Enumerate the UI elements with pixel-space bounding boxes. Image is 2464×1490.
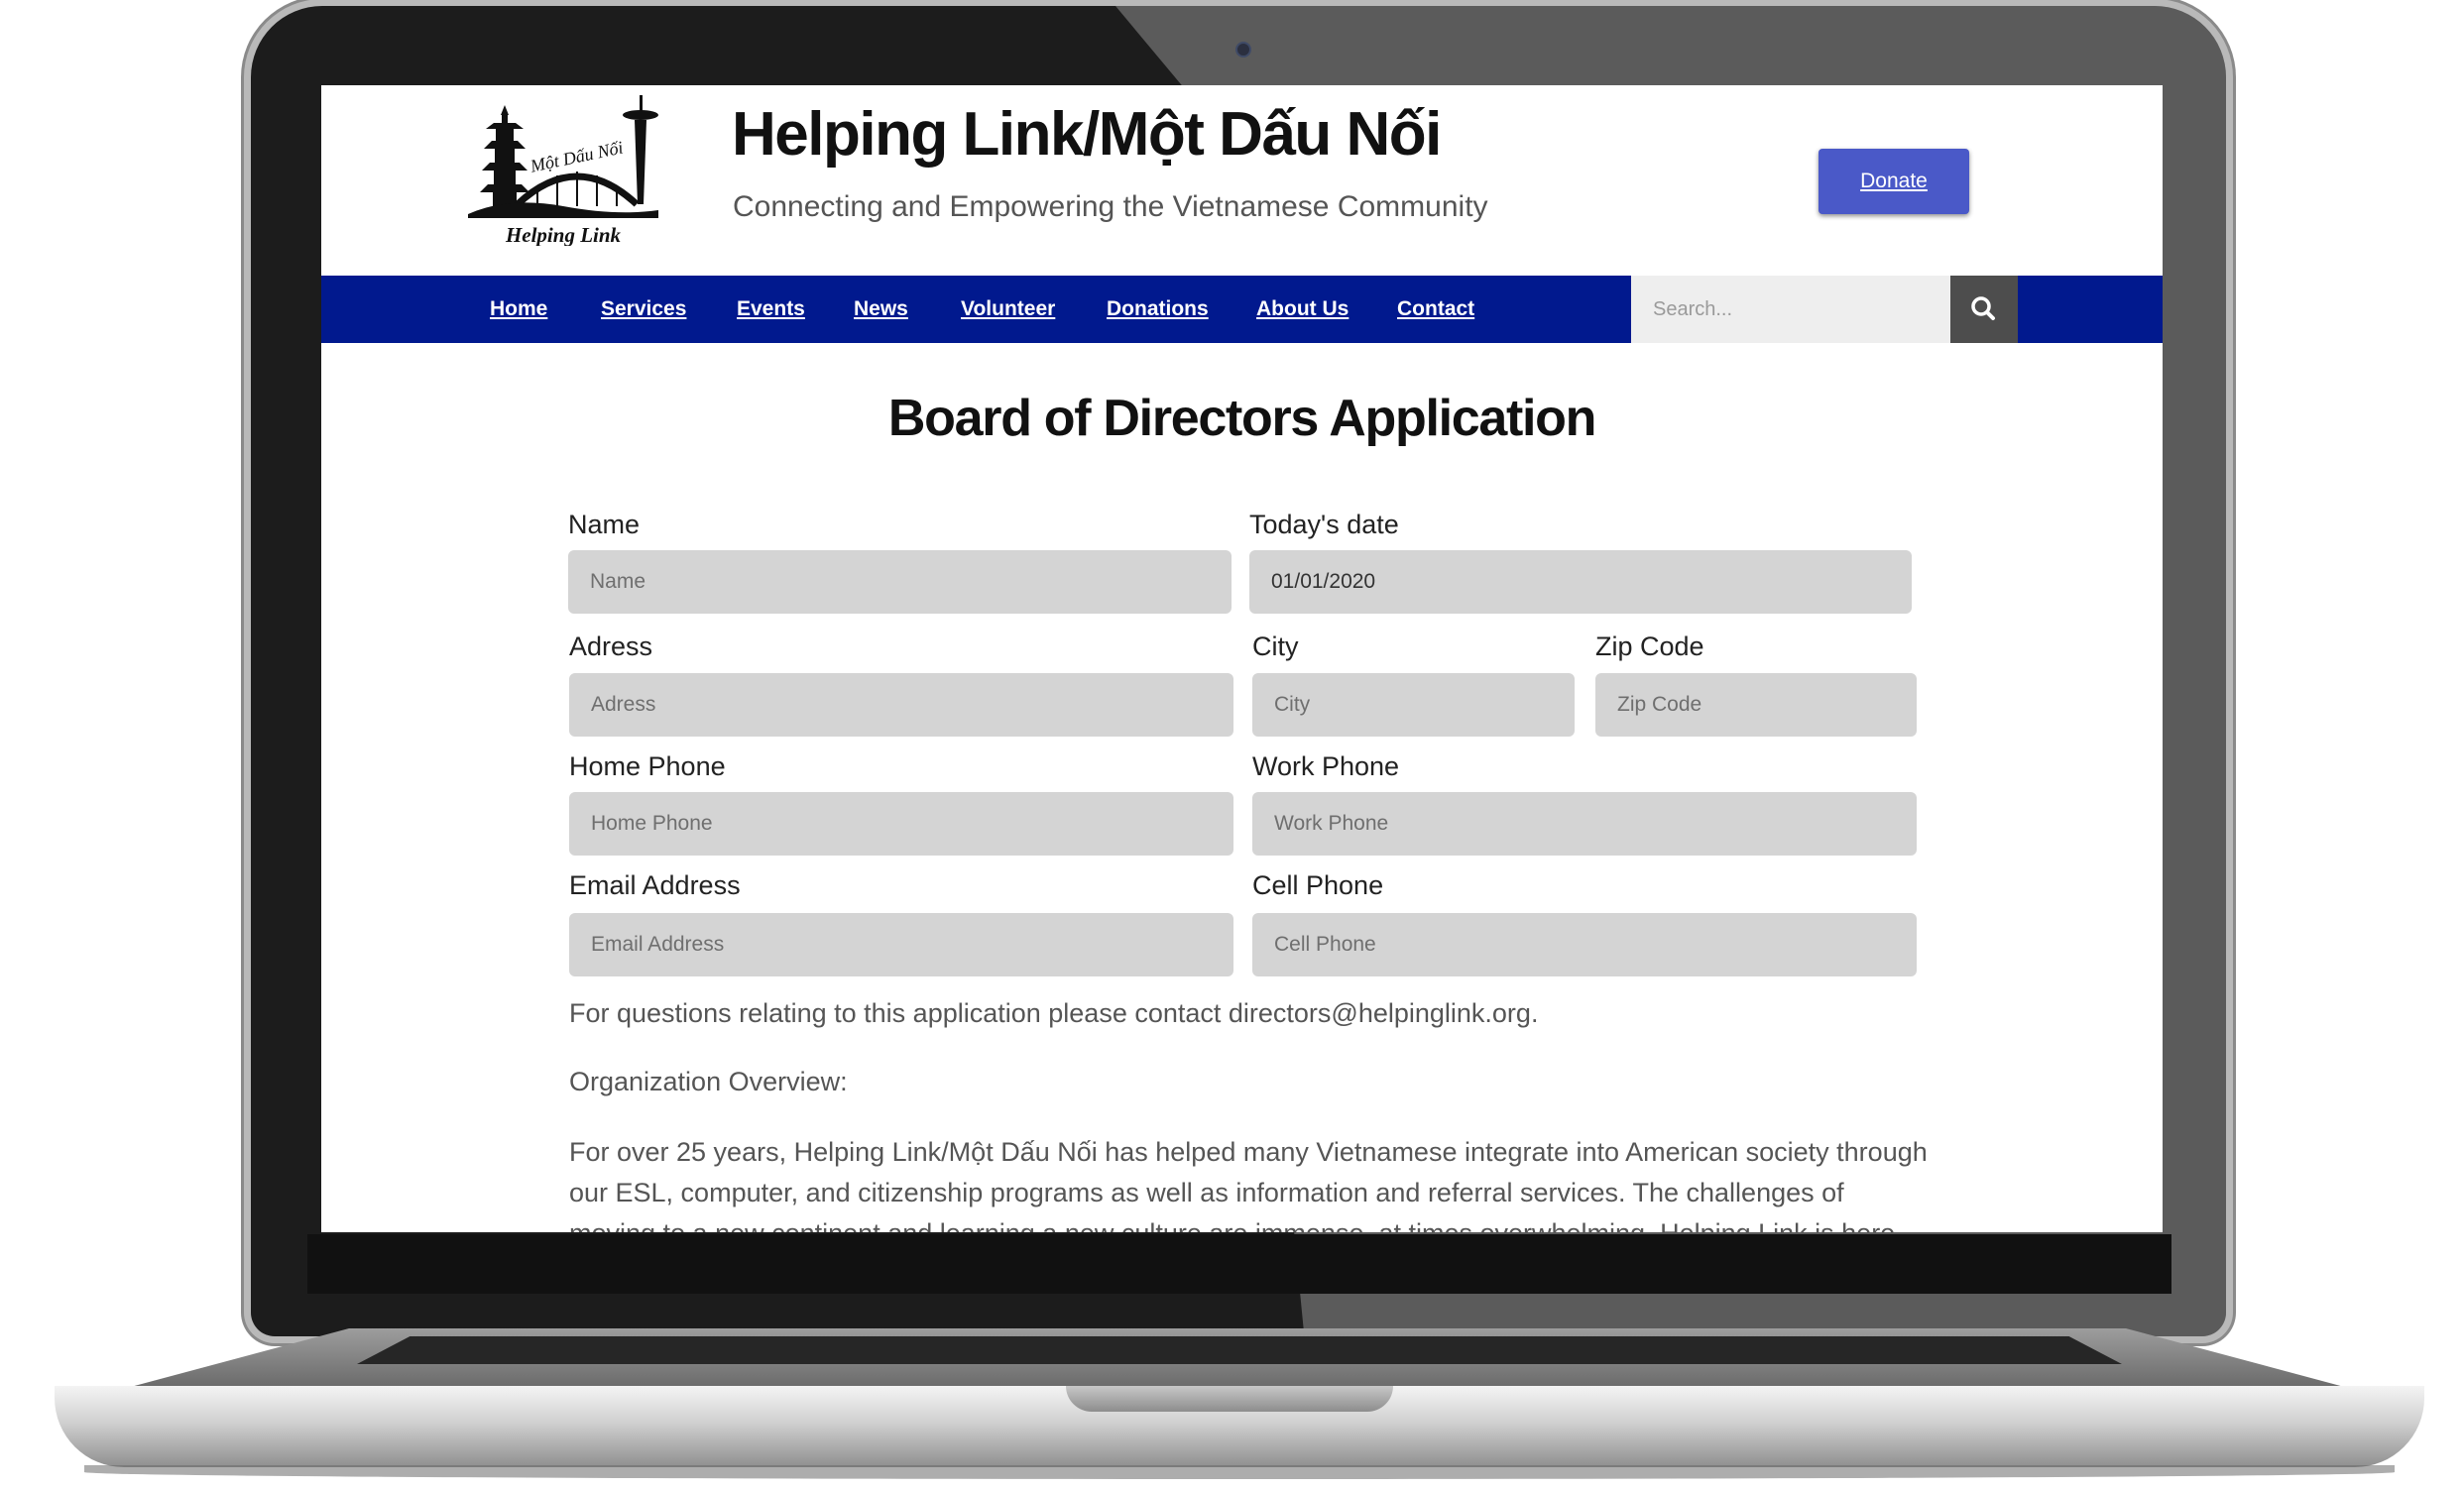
nav-item-contact[interactable]: Contact bbox=[1397, 276, 1474, 343]
overview-text: For over 25 years, Helping Link/Một Dấu … bbox=[569, 1137, 1928, 1232]
site-header: Một Dấu Nối Helping Link Helping Link/Mộ… bbox=[321, 85, 2163, 276]
address-field[interactable] bbox=[569, 673, 1233, 737]
nav-item-news[interactable]: News bbox=[854, 276, 908, 343]
logo-bottom-text: Helping Link bbox=[505, 223, 622, 246]
nav-item-home[interactable]: Home bbox=[490, 276, 547, 343]
city-field[interactable] bbox=[1252, 673, 1575, 737]
address-label: Adress bbox=[569, 631, 653, 661]
site-logo[interactable]: Một Dấu Nối Helping Link bbox=[468, 93, 658, 246]
name-label: Name bbox=[568, 510, 641, 539]
search-input[interactable] bbox=[1631, 276, 1950, 343]
cell-phone-field[interactable] bbox=[1252, 913, 1917, 976]
laptop-bezel-bottom bbox=[307, 1234, 2171, 1294]
work-phone-label: Work Phone bbox=[1252, 751, 1400, 781]
zip-label: Zip Code bbox=[1595, 631, 1704, 661]
page-title: Board of Directors Application bbox=[887, 390, 1596, 447]
nav-item-events[interactable]: Events bbox=[737, 276, 805, 343]
donate-button[interactable]: Donate bbox=[1819, 149, 1969, 214]
browser-viewport: Một Dấu Nối Helping Link Helping Link/Mộ… bbox=[321, 85, 2163, 1232]
nav-item-services[interactable]: Services bbox=[601, 276, 686, 343]
email-field[interactable] bbox=[569, 913, 1233, 976]
contact-note: For questions relating to this applicati… bbox=[569, 998, 1539, 1028]
zip-field[interactable] bbox=[1595, 673, 1917, 737]
date-field[interactable] bbox=[1249, 550, 1912, 614]
home-phone-field[interactable] bbox=[569, 792, 1233, 856]
site-tagline: Connecting and Empowering the Vietnamese… bbox=[733, 190, 1488, 223]
logo-top-text: Một Dấu Nối bbox=[528, 137, 625, 176]
work-phone-field[interactable] bbox=[1252, 792, 1917, 856]
nav-item-donations[interactable]: Donations bbox=[1107, 276, 1209, 343]
name-field[interactable] bbox=[568, 550, 1232, 614]
date-label: Today's date bbox=[1249, 510, 1399, 539]
city-label: City bbox=[1252, 631, 1299, 661]
laptop-keyboard bbox=[357, 1336, 2122, 1364]
cell-phone-label: Cell Phone bbox=[1252, 870, 1384, 900]
home-phone-label: Home Phone bbox=[569, 751, 726, 781]
webcam bbox=[1235, 42, 1251, 57]
site-title: Helping Link/Một Dấu Nối bbox=[732, 100, 1442, 169]
overview-heading: Organization Overview: bbox=[569, 1067, 848, 1096]
nav-item-about-us[interactable]: About Us bbox=[1256, 276, 1349, 343]
laptop-opening-notch bbox=[1066, 1386, 1393, 1412]
laptop-shadow bbox=[84, 1465, 2395, 1479]
nav-item-volunteer[interactable]: Volunteer bbox=[961, 276, 1055, 343]
email-label: Email Address bbox=[569, 870, 741, 900]
search-button[interactable] bbox=[1950, 276, 2018, 343]
search-icon bbox=[1971, 296, 1995, 320]
